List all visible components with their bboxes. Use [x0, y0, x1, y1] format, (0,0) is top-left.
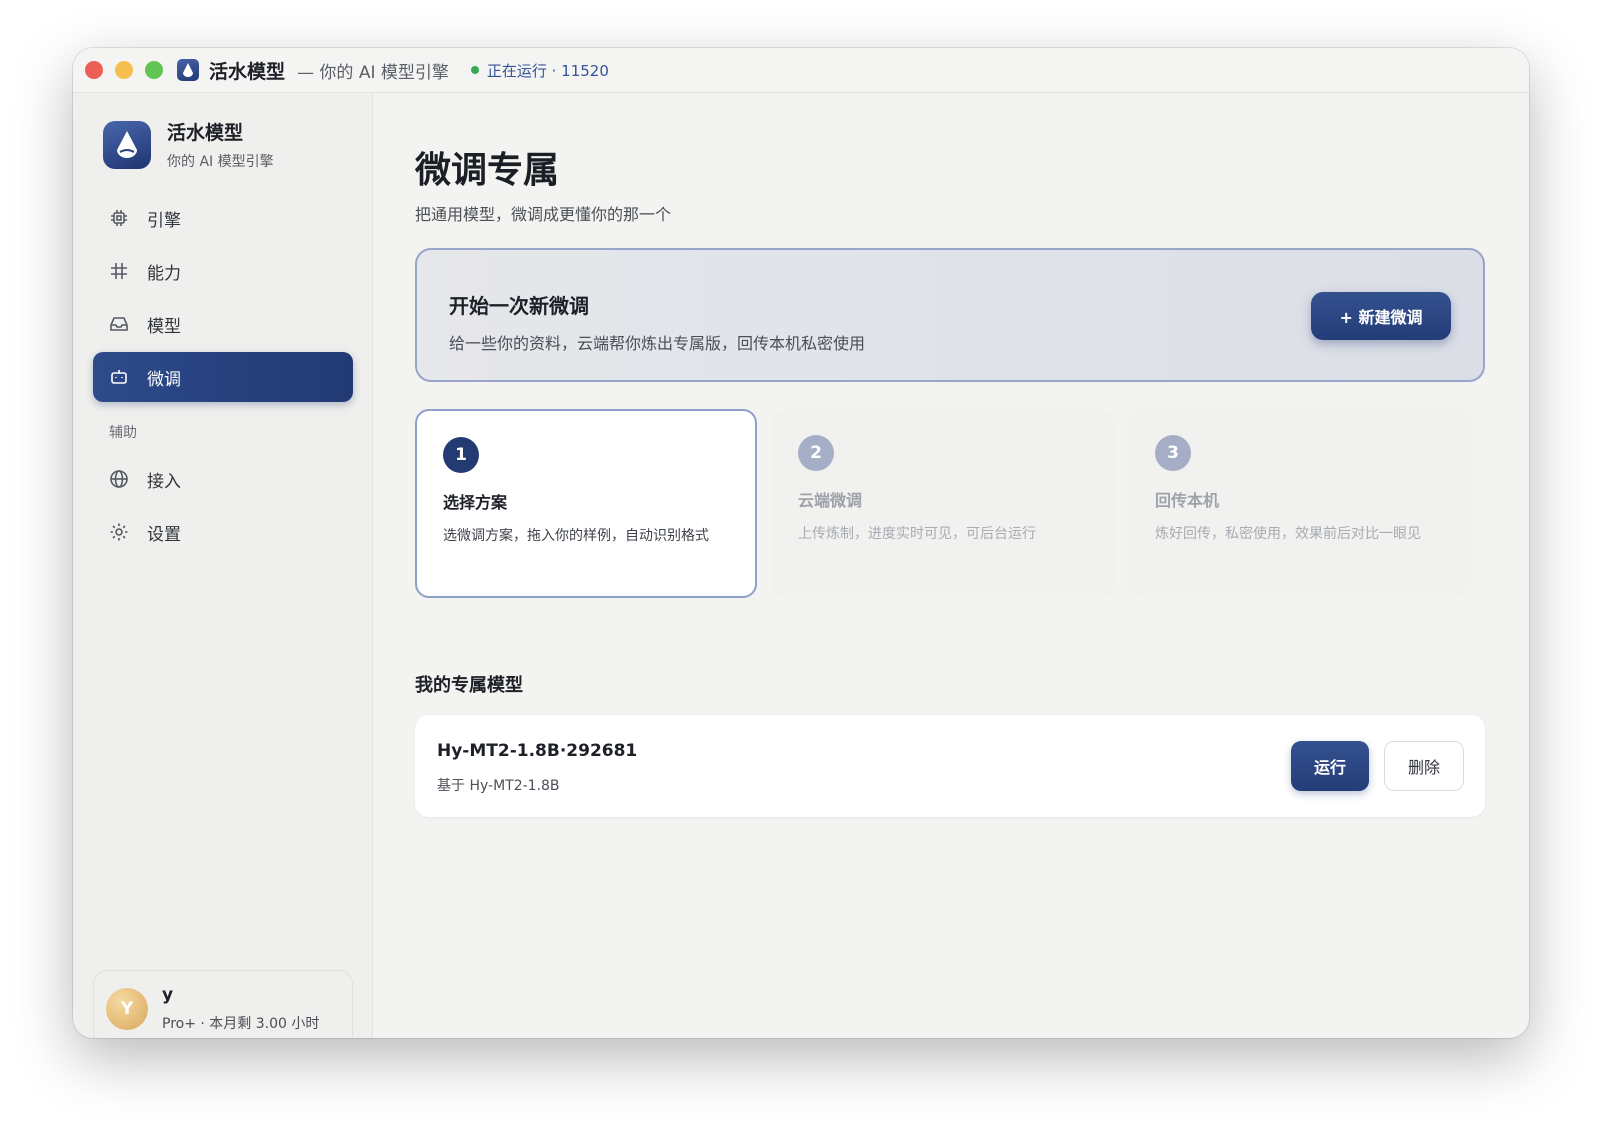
delete-model-button[interactable]: 删除 — [1384, 741, 1464, 791]
robot-icon — [111, 370, 127, 384]
new-finetune-button[interactable]: + 新建微调 — [1311, 292, 1451, 340]
sidebar-item-label: 微调 — [147, 369, 181, 390]
step-number-badge: 3 — [1155, 435, 1191, 471]
window-title: 活水模型 — [209, 60, 286, 83]
step-card-cloud-finetune: 2 云端微调 上传炼制，进度实时可见，可后台运行 — [772, 409, 1114, 598]
app-window: 活水模型 — 你的 AI 模型引擎 正在运行 · 11520 活水模型 你的 A… — [73, 48, 1529, 1038]
main-content: 微调专属 把通用模型，微调成更懂你的那一个 开始一次新微调 给一些你的资料，云端… — [373, 93, 1529, 1038]
list-item: Hy-MT2-1.8B·292681 基于 Hy-MT2-1.8B 运行 删除 — [415, 715, 1485, 817]
step-card-return-local: 3 回传本机 炼好回传，私密使用，效果前后对比一眼见 — [1129, 409, 1471, 598]
engine-status-text: 正在运行 · 11520 — [486, 61, 609, 80]
my-models-heading: 我的专属模型 — [415, 675, 523, 696]
step-number-badge: 2 — [798, 435, 834, 471]
zoom-window-button[interactable] — [145, 61, 163, 79]
sidebar-item-label: 能力 — [147, 263, 181, 284]
step-title: 回传本机 — [1155, 491, 1220, 510]
close-window-button[interactable] — [85, 61, 103, 79]
run-model-button[interactable]: 运行 — [1291, 741, 1369, 791]
app-icon — [177, 59, 199, 81]
brand-tagline: 你的 AI 模型引擎 — [167, 154, 274, 170]
globe-icon — [110, 470, 128, 488]
sidebar-item-settings[interactable]: 设置 — [93, 507, 353, 557]
sidebar-item-integration[interactable]: 接入 — [93, 454, 353, 504]
brand-name: 活水模型 — [167, 122, 244, 144]
water-drop-icon — [183, 63, 193, 77]
sidebar-item-label: 设置 — [147, 524, 181, 545]
sidebar-item-engine[interactable]: 引擎 — [93, 193, 353, 243]
minimize-window-button[interactable] — [115, 61, 133, 79]
sidebar-item-label: 引擎 — [147, 210, 181, 231]
window-subtitle: — 你的 AI 模型引擎 — [297, 62, 449, 83]
hash-icon — [111, 263, 127, 279]
sidebar: 活水模型 你的 AI 模型引擎 引擎 能力 模型 微调 辅助 接入 设置 Y y… — [73, 93, 373, 1038]
sidebar-item-label: 接入 — [147, 471, 181, 492]
chip-icon — [111, 210, 127, 226]
step-description: 上传炼制，进度实时可见，可后台运行 — [798, 526, 1036, 542]
brand-logo — [103, 120, 151, 169]
sidebar-item-label: 模型 — [147, 316, 181, 337]
step-description: 炼好回传，私密使用，效果前后对比一眼见 — [1155, 526, 1421, 542]
step-card-select-plan[interactable]: 1 选择方案 选微调方案，拖入你的样例，自动识别格式 — [415, 409, 757, 598]
sidebar-section-label: 辅助 — [109, 425, 137, 441]
step-description: 选微调方案，拖入你的样例，自动识别格式 — [443, 528, 709, 544]
sidebar-nav: 引擎 能力 模型 微调 辅助 接入 设置 — [93, 193, 353, 560]
model-name: Hy-MT2-1.8B·292681 — [437, 741, 638, 761]
user-name: y — [162, 985, 174, 1005]
inbox-icon — [110, 317, 128, 331]
water-drop-icon — [117, 130, 137, 158]
banner-title: 开始一次新微调 — [449, 294, 589, 318]
step-number-badge: 1 — [443, 437, 479, 473]
status-indicator-dot — [470, 66, 479, 74]
user-plan: Pro+ · 本月剩 3.00 小时 — [162, 1016, 320, 1032]
banner-description: 给一些你的资料，云端帮你炼出专属版，回传本机私密使用 — [449, 334, 866, 353]
page-subtitle: 把通用模型，微调成更懂你的那一个 — [415, 205, 672, 224]
step-title: 选择方案 — [443, 493, 508, 512]
gear-icon — [110, 523, 128, 541]
user-account-card[interactable]: Y y Pro+ · 本月剩 3.00 小时 — [93, 970, 353, 1038]
new-finetune-banner: 开始一次新微调 给一些你的资料，云端帮你炼出专属版，回传本机私密使用 + 新建微… — [415, 248, 1485, 382]
model-base: 基于 Hy-MT2-1.8B — [437, 778, 560, 794]
sidebar-item-finetune[interactable]: 微调 — [93, 352, 353, 402]
title-bar: 活水模型 — 你的 AI 模型引擎 正在运行 · 11520 — [73, 48, 1529, 93]
step-title: 云端微调 — [798, 491, 863, 510]
avatar: Y — [106, 988, 148, 1030]
page-title: 微调专属 — [415, 150, 560, 191]
sidebar-item-capabilities[interactable]: 能力 — [93, 246, 353, 296]
sidebar-item-models[interactable]: 模型 — [93, 299, 353, 349]
brand-block: 活水模型 你的 AI 模型引擎 — [103, 118, 274, 171]
window-controls — [85, 61, 163, 79]
